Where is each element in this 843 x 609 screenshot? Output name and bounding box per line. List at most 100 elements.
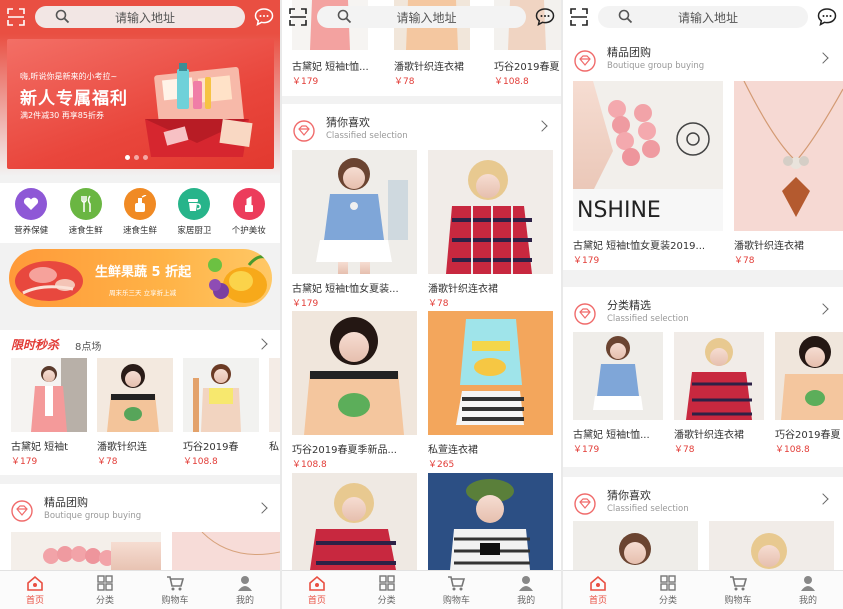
- flash-sale-title: 限时秒杀: [11, 338, 60, 352]
- product-price: ￥108.8: [775, 445, 810, 455]
- tab-profile[interactable]: 我的: [773, 571, 843, 609]
- tab-label: 分类: [377, 595, 396, 606]
- product-price: ￥179: [573, 445, 600, 455]
- search-input[interactable]: 请输入地址: [598, 6, 808, 28]
- product-image: [292, 150, 417, 274]
- product-image: [428, 311, 553, 435]
- tab-home[interactable]: 首页: [563, 571, 633, 609]
- product-name: 潘歌针织连衣裙: [394, 62, 464, 73]
- product-name: 潘歌针织连: [97, 442, 147, 453]
- chevron-right-icon[interactable]: [817, 303, 829, 315]
- chevron-right-icon[interactable]: [256, 338, 268, 350]
- screen-home: 请输入地址 嗨,听说你是新来的小考拉~ 新人专属福利 满2件减30 再享85折券: [0, 0, 280, 609]
- product-card[interactable]: 古黛妃 短袖t恤女夏装... ￥179: [292, 150, 417, 309]
- product-price: ￥78: [97, 457, 118, 467]
- promo-banner[interactable]: 嗨,听说你是新来的小考拉~ 新人专属福利 满2件减30 再享85折券: [7, 39, 274, 169]
- product-card[interactable]: NSHINE 古黛妃 短袖t恤女夏装2019... ￥179: [573, 81, 723, 266]
- diamond-icon: [574, 303, 596, 325]
- strip-item[interactable]: 潘歌针织连衣裙 ￥78: [394, 52, 489, 87]
- tab-profile[interactable]: 我的: [210, 571, 280, 609]
- strip-item[interactable]: 巧谷2019春夏 ￥108.8: [494, 52, 561, 87]
- chevron-right-icon[interactable]: [817, 52, 829, 64]
- home-icon: [590, 575, 606, 591]
- section-subtitle: Boutique group buying: [44, 511, 142, 521]
- header-bar: 请输入地址: [563, 0, 843, 34]
- tab-category[interactable]: 分类: [352, 571, 422, 609]
- search-input[interactable]: 请输入地址: [35, 6, 245, 28]
- home-icon: [27, 575, 43, 591]
- flash-item[interactable]: 巧谷2019春 ￥108.8: [183, 358, 259, 467]
- chevron-right-icon[interactable]: [256, 502, 268, 514]
- boutique-section: 精品团购 Boutique group buying: [0, 484, 280, 574]
- product-image: [292, 311, 417, 435]
- product-card[interactable]: 私萱连衣裙 ￥265: [428, 311, 553, 470]
- tab-label: 分类: [658, 595, 677, 606]
- product-image: [709, 521, 834, 570]
- flash-item[interactable]: 私: [269, 358, 280, 453]
- product-price: ￥179: [573, 256, 600, 266]
- screen-guess-you-like: 请输入地址 古黛妃 短袖t恤... ￥179 潘歌针织连衣裙 ￥78 巧谷201…: [282, 0, 561, 609]
- product-price: ￥78: [734, 256, 755, 266]
- lipstick-icon: [232, 188, 265, 220]
- tab-label: 首页: [307, 595, 326, 606]
- product-image: [674, 332, 764, 420]
- category-item[interactable]: 个护美妆: [223, 183, 275, 243]
- product-price: ￥108.8: [292, 460, 327, 470]
- fresh-promo-banner[interactable]: 生鲜果蔬 5 折起 周末乐三天 立享折上减: [9, 249, 272, 307]
- section-subtitle: Classified selection: [326, 131, 408, 141]
- user-icon: [519, 575, 534, 591]
- scan-icon[interactable]: [285, 4, 311, 30]
- cart-icon: [448, 575, 466, 590]
- tab-label: 我的: [517, 595, 536, 606]
- category-item[interactable]: 速食生鲜: [114, 183, 166, 243]
- section-title: 分类精选: [607, 299, 651, 312]
- tab-home[interactable]: 首页: [0, 571, 70, 609]
- banner-title: 新人专属福利: [20, 89, 128, 109]
- tab-cart[interactable]: 购物车: [422, 571, 492, 609]
- product-card[interactable]: 潘歌针织连衣裙 ￥78: [674, 332, 764, 455]
- classified-section: 分类精选 Classified selection 古黛妃 短袖t恤... ￥1…: [563, 287, 843, 467]
- message-icon[interactable]: [251, 4, 277, 30]
- product-card[interactable]: 潘歌针织连衣裙 ￥78: [734, 81, 843, 266]
- search-input[interactable]: 请输入地址: [317, 6, 526, 28]
- category-row: 营养保健 速食生鲜 速食生鲜 家居厨卫 个护美妆: [0, 183, 280, 243]
- chevron-right-icon[interactable]: [817, 493, 829, 505]
- utensils-icon: [69, 188, 102, 220]
- product-name: 巧谷2019春: [183, 442, 239, 453]
- message-icon[interactable]: [814, 4, 840, 30]
- scan-icon[interactable]: [3, 4, 29, 30]
- product-card[interactable]: 巧谷2019春夏 ￥108.8: [775, 332, 843, 455]
- cart-icon: [730, 575, 747, 590]
- flash-item[interactable]: 潘歌针织连 ￥78: [97, 358, 173, 467]
- cup-icon: [178, 188, 211, 220]
- flash-sale-subtitle: 8点场: [75, 342, 102, 353]
- tab-cart[interactable]: 购物车: [140, 571, 210, 609]
- product-card[interactable]: 古黛妃 短袖t恤... ￥179: [573, 332, 663, 455]
- boutique-section: 精品团购 Boutique group buying NSHINE 古黛妃 短袖…: [563, 34, 843, 270]
- tab-label: 购物车: [161, 595, 189, 606]
- product-name: 巧谷2019春夏季新品...: [292, 445, 397, 456]
- strip-item[interactable]: 古黛妃 短袖t恤... ￥179: [292, 52, 387, 87]
- category-item[interactable]: 营养保健: [5, 183, 57, 243]
- message-icon[interactable]: [532, 4, 558, 30]
- product-card[interactable]: 潘歌针织连衣裙 ￥78: [428, 150, 553, 309]
- product-price: ￥179: [11, 457, 38, 467]
- category-label: 个护美妆: [231, 226, 266, 236]
- chevron-right-icon[interactable]: [536, 120, 548, 132]
- tab-category[interactable]: 分类: [70, 571, 140, 609]
- product-image: [172, 532, 280, 574]
- product-image: [183, 358, 259, 432]
- search-icon: [55, 9, 70, 28]
- scan-icon[interactable]: [566, 4, 592, 30]
- tab-cart[interactable]: 购物车: [703, 571, 773, 609]
- header-bar: 请输入地址: [282, 0, 561, 34]
- bottle-icon: [123, 188, 156, 220]
- tab-category[interactable]: 分类: [633, 571, 703, 609]
- tab-home[interactable]: 首页: [282, 571, 352, 609]
- tab-label: 分类: [95, 595, 114, 606]
- flash-item[interactable]: 古黛妃 短袖t ￥179: [11, 358, 87, 467]
- tab-profile[interactable]: 我的: [491, 571, 561, 609]
- category-item[interactable]: 速食生鲜: [60, 183, 112, 243]
- product-card[interactable]: 巧谷2019春夏季新品... ￥108.8: [292, 311, 417, 470]
- category-item[interactable]: 家居厨卫: [168, 183, 220, 243]
